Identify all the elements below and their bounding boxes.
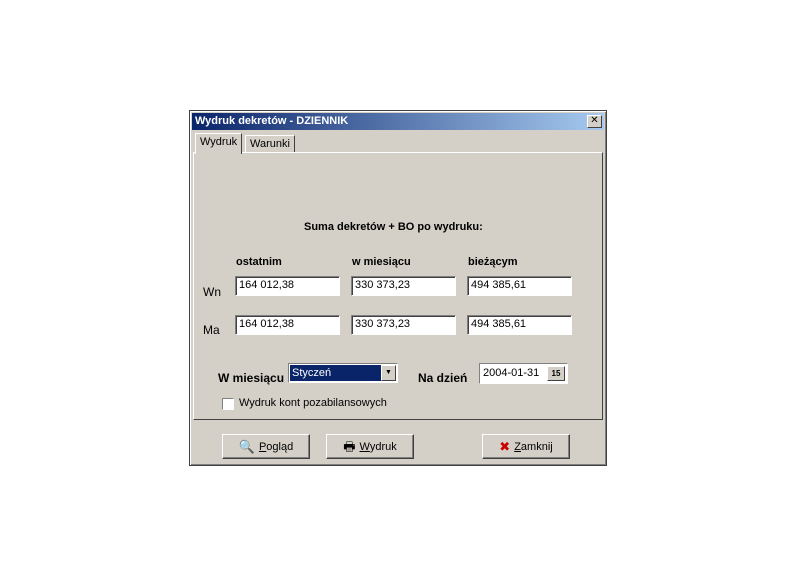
printer-icon: 🖶 xyxy=(343,439,356,454)
print-accesskey: W xyxy=(359,440,370,453)
day-label: Na dzień xyxy=(418,371,468,385)
date-picker[interactable]: 2004-01-31 15 xyxy=(479,363,568,384)
ma-w-miesiacu-field[interactable]: 330 373,23 xyxy=(351,315,456,335)
close-icon: ✕ xyxy=(590,115,599,126)
window-title: Wydruk dekretów - DZIENNIK xyxy=(195,115,349,127)
preview-label: ogląd xyxy=(266,440,294,453)
date-value: 2004-01-31 xyxy=(483,367,540,379)
close-label: amknij xyxy=(520,440,553,453)
calendar-icon[interactable]: 15 xyxy=(547,366,565,381)
chevron-down-icon[interactable]: ▼ xyxy=(381,365,396,381)
preview-button[interactable]: 🔍 Pogląd xyxy=(222,434,310,459)
ma-biezacym-field[interactable]: 494 385,61 xyxy=(467,315,572,335)
magnifier-icon: 🔍 xyxy=(238,439,255,454)
wn-biezacym-field[interactable]: 494 385,61 xyxy=(467,276,572,296)
month-label: W miesiącu xyxy=(218,371,285,385)
column-header-biezacym: bieżącym xyxy=(468,256,518,268)
print-button[interactable]: 🖶 Wydruk xyxy=(326,434,414,459)
close-window-button[interactable]: ✕ xyxy=(587,115,602,128)
row-label-ma: Ma xyxy=(203,323,220,337)
print-label: ydruk xyxy=(369,440,397,453)
ma-ostatnim-field[interactable]: 164 012,38 xyxy=(235,315,340,335)
red-x-icon: ✖ xyxy=(499,439,511,454)
column-header-w-miesiacu: w miesiącu xyxy=(352,256,411,268)
month-select[interactable]: Styczeń ▼ xyxy=(288,363,398,383)
offbalance-checkbox-label[interactable]: Wydruk kont pozabilansowych xyxy=(239,397,387,409)
close-accesskey: Z xyxy=(514,440,521,453)
column-header-ostatnim: ostatnim xyxy=(236,256,282,268)
row-label-wn: Wn xyxy=(203,285,221,299)
tab-wydruk[interactable]: Wydruk xyxy=(195,133,243,154)
offbalance-checkbox[interactable] xyxy=(222,398,234,410)
tab-warunki[interactable]: Warunki xyxy=(245,135,295,153)
month-selected-value: Styczeń xyxy=(290,365,382,381)
close-button[interactable]: ✖ Zamknij xyxy=(482,434,570,459)
title-bar[interactable]: Wydruk dekretów - DZIENNIK ✕ xyxy=(192,113,604,130)
summary-heading: Suma dekretów + BO po wydruku: xyxy=(304,221,483,233)
wn-w-miesiacu-field[interactable]: 330 373,23 xyxy=(351,276,456,296)
wn-ostatnim-field[interactable]: 164 012,38 xyxy=(235,276,340,296)
